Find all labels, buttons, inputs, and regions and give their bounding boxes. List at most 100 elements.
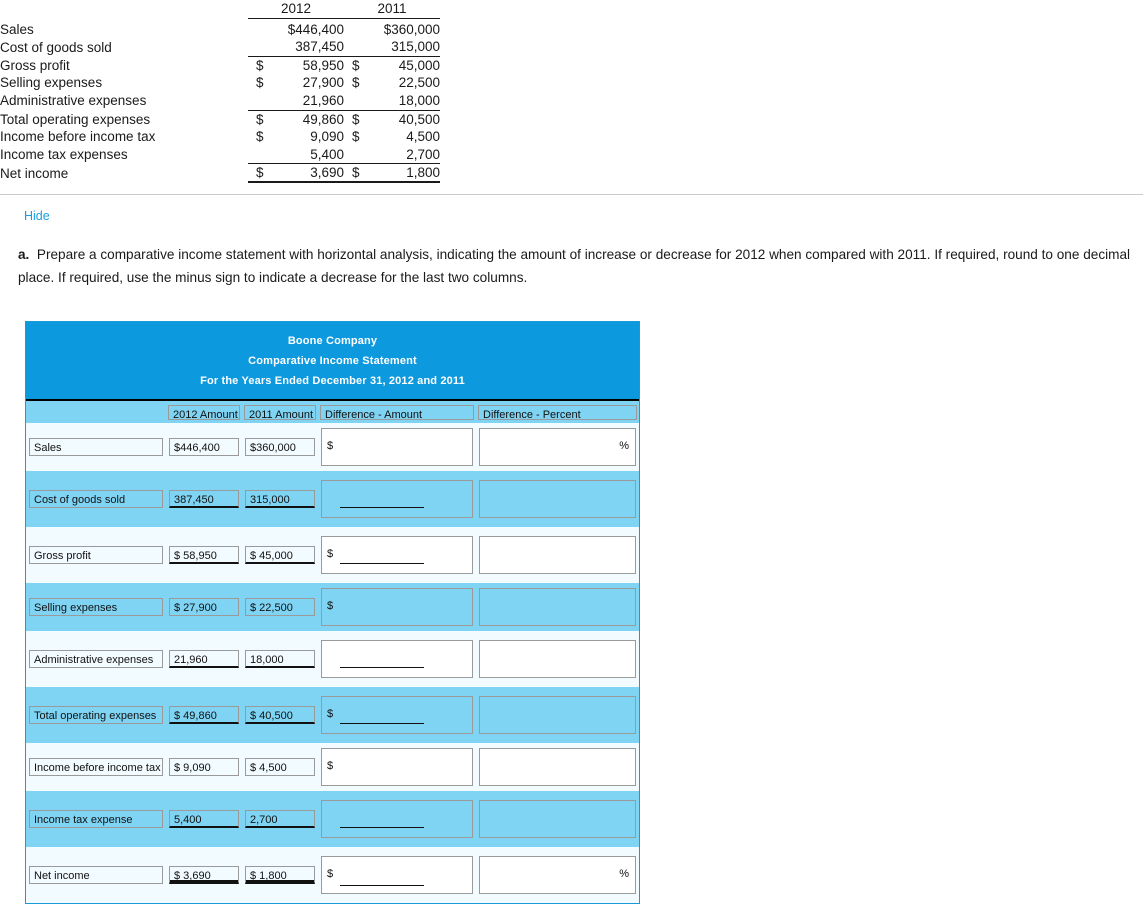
row-label-field[interactable]: Total operating expenses xyxy=(29,706,163,724)
reference-value-text: 1,800 xyxy=(406,165,440,181)
reference-row-label: Income tax expenses xyxy=(0,147,128,163)
amount-2012-field[interactable]: $ 58,950 xyxy=(169,546,239,564)
reference-dollar-sign: $ xyxy=(256,75,264,91)
difference-percent-input[interactable] xyxy=(479,748,636,786)
row-label-field[interactable]: Gross profit xyxy=(29,546,163,564)
reference-header-2011: 2011 xyxy=(377,1,407,16)
reference-table: 2012 2011 Sales $446,400 $360,000 Cost of g… xyxy=(0,0,440,183)
amount-2011-field[interactable]: $ 22,500 xyxy=(245,598,315,616)
amount-2011-cell: $ 22,500 xyxy=(242,583,318,631)
difference-percent-input[interactable] xyxy=(479,640,636,678)
reference-dollar-sign: $ xyxy=(352,111,360,127)
difference-percent-input[interactable]: % xyxy=(479,856,636,894)
amount-2012-cell: 387,450 xyxy=(166,471,242,527)
difference-amount-rule xyxy=(340,507,424,508)
difference-percent-cell xyxy=(476,631,639,687)
dollar-sign-icon: $ xyxy=(327,760,334,772)
row-label-field[interactable]: Income before income tax xyxy=(29,758,163,776)
difference-amount-input[interactable]: $ xyxy=(321,748,473,786)
row-label-field[interactable]: Income tax expense xyxy=(29,810,163,828)
amount-2011-cell: $ 4,500 xyxy=(242,743,318,791)
reference-value-text: 387,450 xyxy=(295,39,344,55)
reference-row: Income before income tax $9,090 $4,500 xyxy=(0,128,440,146)
difference-amount-input[interactable] xyxy=(321,640,473,678)
amount-2011-cell: $ 40,500 xyxy=(242,687,318,743)
difference-percent-input[interactable] xyxy=(479,696,636,734)
amount-2011-field[interactable]: $360,000 xyxy=(245,438,315,456)
amount-2011-cell: $360,000 xyxy=(242,423,318,471)
amount-2012-field[interactable]: $ 3,690 xyxy=(169,866,239,884)
amount-2012-field[interactable]: $ 27,900 xyxy=(169,598,239,616)
difference-percent-input[interactable] xyxy=(479,536,636,574)
row-label-cell: Administrative expenses xyxy=(26,631,166,687)
reference-value-2012: $27,900 xyxy=(248,74,344,92)
amount-2011-field[interactable]: $ 40,500 xyxy=(245,706,315,724)
amount-2011-cell: $ 1,800 xyxy=(242,847,318,903)
row-label-field[interactable]: Cost of goods sold xyxy=(29,490,163,508)
row-label-field[interactable]: Administrative expenses xyxy=(29,650,163,668)
amount-2011-field[interactable]: $ 45,000 xyxy=(245,546,315,564)
reference-row: Net income $3,690 $1,800 xyxy=(0,163,440,183)
amount-2012-field[interactable]: $446,400 xyxy=(169,438,239,456)
difference-amount-rule xyxy=(340,563,424,564)
difference-amount-cell: $ xyxy=(318,583,476,631)
amount-2012-field[interactable]: $ 49,860 xyxy=(169,706,239,724)
percent-sign-icon: % xyxy=(619,868,629,880)
reference-header-blank xyxy=(0,0,248,18)
difference-amount-input[interactable] xyxy=(321,800,473,838)
reference-row: Income tax expenses 5,400 2,700 xyxy=(0,145,440,165)
amount-2011-field[interactable]: $ 1,800 xyxy=(245,866,315,884)
difference-percent-cell xyxy=(476,791,639,847)
reference-value-2011: 2,700 xyxy=(344,145,440,165)
reference-dollar-sign: $ xyxy=(256,111,264,127)
amount-2011-field[interactable]: 18,000 xyxy=(245,650,315,668)
difference-amount-rule xyxy=(340,885,424,886)
difference-amount-input[interactable]: $ xyxy=(321,428,473,466)
row-label-field[interactable]: Selling expenses xyxy=(29,598,163,616)
amount-2012-cell: $ 9,090 xyxy=(166,743,242,791)
difference-amount-input[interactable]: $ xyxy=(321,588,473,626)
reference-value-2012: 387,450 xyxy=(248,38,344,57)
difference-amount-input[interactable]: $ xyxy=(321,536,473,574)
table-row: Sales $446,400 $360,000 $% xyxy=(26,423,639,471)
percent-sign-icon: % xyxy=(619,440,629,452)
difference-percent-input[interactable] xyxy=(479,588,636,626)
worksheet-header-row: 2012 Amount 2011 Amount Difference - Amo… xyxy=(26,401,639,423)
reference-row-label: Gross profit xyxy=(0,57,70,73)
difference-amount-cell: $ xyxy=(318,847,476,903)
amount-2012-field[interactable]: 5,400 xyxy=(169,810,239,828)
reference-row-label: Administrative expenses xyxy=(0,93,147,109)
difference-percent-cell xyxy=(476,687,639,743)
amount-2012-field[interactable]: 21,960 xyxy=(169,650,239,668)
difference-amount-input[interactable] xyxy=(321,480,473,518)
amount-2011-field[interactable]: 315,000 xyxy=(245,490,315,508)
difference-percent-input[interactable]: % xyxy=(479,428,636,466)
worksheet-title-block: Boone Company Comparative Income Stateme… xyxy=(26,322,639,401)
difference-percent-input[interactable] xyxy=(479,480,636,518)
amount-2012-field[interactable]: 387,450 xyxy=(169,490,239,508)
worksheet-period: For the Years Ended December 31, 2012 an… xyxy=(200,375,465,387)
amount-2012-field[interactable]: $ 9,090 xyxy=(169,758,239,776)
reference-header-2012: 2012 xyxy=(280,1,312,16)
reference-income-statement: 2012 2011 Sales $446,400 $360,000 Cost of g… xyxy=(0,0,440,183)
difference-amount-input[interactable]: $ xyxy=(321,856,473,894)
worksheet-header-diffamt-cell: Difference - Amount xyxy=(318,401,476,423)
difference-amount-input[interactable]: $ xyxy=(321,696,473,734)
row-label-field[interactable]: Net income xyxy=(29,866,163,884)
amount-2012-cell: $ 27,900 xyxy=(166,583,242,631)
row-label-field[interactable]: Sales xyxy=(29,438,163,456)
worksheet-header-label-cell xyxy=(26,401,166,423)
amount-2011-field[interactable]: 2,700 xyxy=(245,810,315,828)
table-row: Cost of goods sold 387,450 315,000 xyxy=(26,471,639,527)
hide-link[interactable]: Hide xyxy=(24,209,50,223)
difference-percent-cell xyxy=(476,743,639,791)
table-row: Gross profit $ 58,950 $ 45,000 $ xyxy=(26,527,639,583)
amount-2012-cell: $ 58,950 xyxy=(166,527,242,583)
reference-row: Administrative expenses 21,960 18,000 xyxy=(0,91,440,111)
amount-2011-field[interactable]: $ 4,500 xyxy=(245,758,315,776)
reference-dollar-sign: $ xyxy=(352,165,360,181)
table-row: Selling expenses $ 27,900 $ 22,500 $ xyxy=(26,583,639,631)
difference-percent-input[interactable] xyxy=(479,800,636,838)
reference-dollar-sign: $ xyxy=(352,75,360,91)
difference-amount-cell: $ xyxy=(318,423,476,471)
